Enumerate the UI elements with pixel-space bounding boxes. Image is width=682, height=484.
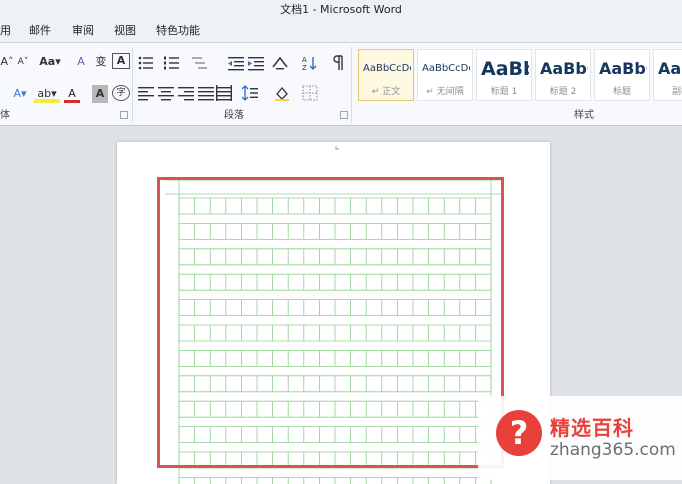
menu-item-mailings[interactable]: 邮件 (29, 20, 51, 42)
title-bar: 文档1 - Microsoft Word (0, 0, 682, 20)
style-sample: AaB (658, 59, 682, 78)
page-corner-marker (335, 146, 339, 150)
menu-item-partial[interactable]: 用 (0, 20, 11, 42)
paragraph-dialog-launcher-icon[interactable] (340, 111, 348, 119)
style-card[interactable]: AaBbCcDd ↵ 无间隔 (417, 49, 473, 101)
style-name: 副标 (671, 87, 682, 97)
distributed-icon[interactable] (216, 85, 232, 101)
sort-icon[interactable]: AZ (302, 55, 318, 71)
group-separator (132, 47, 133, 123)
multilevel-list-icon[interactable] (192, 55, 208, 71)
font-dialog-launcher-icon[interactable] (120, 111, 128, 119)
numbering-icon[interactable] (164, 55, 180, 71)
group-separator (351, 47, 352, 123)
style-sample: AaBbCcDd (422, 63, 470, 74)
char-shading-button[interactable]: A (92, 85, 108, 103)
phonetic-guide-button[interactable]: 变 (93, 53, 109, 71)
paragraph-group-label: 段落 (224, 110, 244, 121)
style-card[interactable]: AaBbC 标题 2 (535, 49, 591, 101)
question-icon: ? (496, 410, 542, 456)
shading-icon[interactable] (274, 85, 290, 101)
highlight-box (157, 177, 504, 468)
style-name: ↵ 正文 (371, 87, 401, 97)
borders-icon[interactable] (302, 85, 318, 101)
bullets-icon[interactable] (138, 55, 154, 71)
watermark-domain: zhang365.com (550, 440, 676, 460)
style-name: 标题 1 (490, 87, 518, 97)
style-card[interactable]: AaBbCcDd ↵ 正文 (358, 49, 414, 101)
font-group-label: 体 (0, 110, 10, 121)
style-card[interactable]: AaB 副标 (653, 49, 682, 101)
style-card[interactable]: AaBb 标题 1 (476, 49, 532, 101)
change-case-button[interactable]: Aa▾ (38, 53, 62, 71)
style-sample: AaBbC (540, 59, 588, 78)
style-sample: AaBb (481, 58, 529, 80)
shrink-font-button[interactable]: A˅ (16, 53, 30, 71)
font-color-button[interactable]: A (64, 85, 80, 103)
highlight-button[interactable]: ab▾ (34, 85, 60, 103)
menu-item-review[interactable]: 审阅 (72, 20, 94, 42)
watermark: ? 精选百科 zhang365.com (478, 396, 682, 480)
menu-item-view[interactable]: 视图 (114, 20, 136, 42)
ribbon: A˄ A˅ Aa▾ A 变 A A▾ ab▾ A A 字 体 AZ 段落 AaB… (0, 42, 682, 126)
text-effect-button[interactable]: A▾ (8, 85, 32, 103)
show-marks-icon[interactable] (330, 55, 346, 71)
increase-indent-icon[interactable] (248, 55, 264, 71)
svg-text:A: A (302, 56, 307, 64)
menu-item-special-features[interactable]: 特色功能 (156, 20, 200, 42)
style-name: 标题 (612, 87, 631, 97)
char-border-button[interactable]: A (112, 53, 130, 69)
svg-text:Z: Z (302, 64, 307, 71)
align-right-icon[interactable] (178, 85, 194, 101)
styles-group-label: 样式 (574, 110, 594, 121)
style-name: ↵ 无间隔 (426, 87, 464, 97)
style-card[interactable]: AaBbC 标题 (594, 49, 650, 101)
align-center-icon[interactable] (158, 85, 174, 101)
enclose-char-button[interactable]: 字 (112, 85, 130, 101)
clear-format-button[interactable]: A (72, 53, 90, 71)
menu-bar: 用 邮件 审阅 视图 特色功能 (0, 20, 682, 42)
style-sample: AaBbC (599, 59, 647, 78)
align-left-icon[interactable] (138, 85, 154, 101)
chinese-layout-icon[interactable] (272, 55, 288, 71)
style-sample: AaBbCcDd (363, 63, 411, 74)
line-spacing-icon[interactable] (242, 85, 258, 101)
watermark-title: 精选百科 (550, 416, 634, 440)
justify-icon[interactable] (198, 85, 214, 101)
style-name: 标题 2 (549, 87, 577, 97)
grow-font-button[interactable]: A˄ (0, 53, 14, 71)
window-title: 文档1 - Microsoft Word (280, 3, 402, 16)
decrease-indent-icon[interactable] (228, 55, 244, 71)
